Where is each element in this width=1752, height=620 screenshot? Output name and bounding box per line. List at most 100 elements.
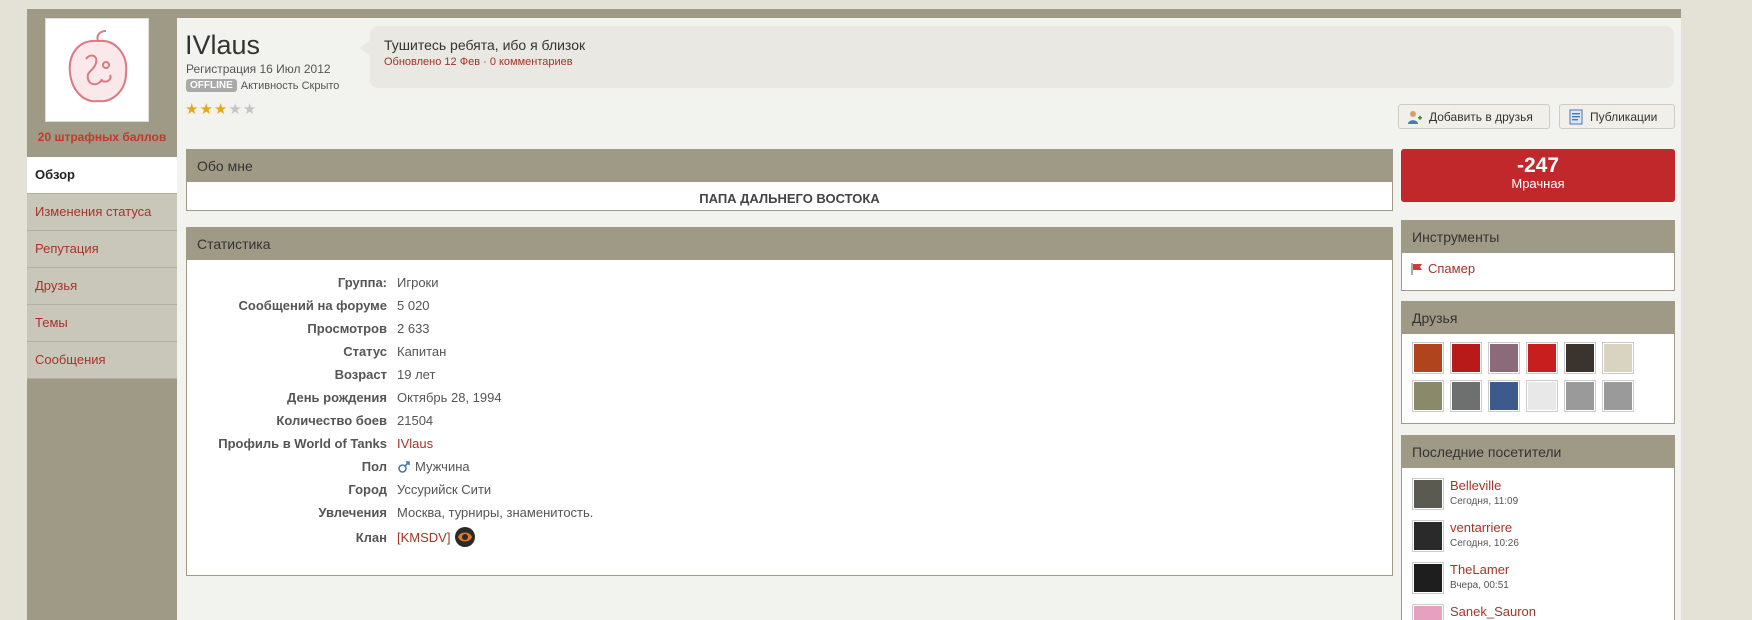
status-text: Тушитесь ребята, ибо я близок bbox=[384, 37, 586, 53]
visitor-item: Belleville Сегодня, 11:09 bbox=[1402, 474, 1674, 516]
star-icon: ★ bbox=[213, 101, 228, 118]
visitor-name[interactable]: ventarriere bbox=[1450, 520, 1519, 536]
status-bubble: Тушитесь ребята, ибо я близок Обновлено … bbox=[370, 26, 1674, 88]
tab-status-changes[interactable]: Изменения статуса bbox=[27, 194, 177, 231]
star-empty-icon: ★ bbox=[228, 101, 242, 118]
visitor-name[interactable]: Sanek_Sauron bbox=[1450, 604, 1536, 620]
friend-avatar[interactable] bbox=[1602, 342, 1634, 374]
friend-avatar[interactable] bbox=[1450, 342, 1482, 374]
stat-row-posts: Сообщений на форуме 5 020 bbox=[187, 294, 1392, 317]
online-status: OFFLINE Активность Скрыто bbox=[186, 79, 339, 92]
clan-link[interactable]: [KMSDV] bbox=[397, 530, 450, 545]
add-friend-label: Добавить в друзья bbox=[1429, 109, 1533, 124]
profile-tabs: Обзор Изменения статуса Репутация Друзья… bbox=[27, 157, 177, 379]
star-icon: ★ bbox=[199, 101, 213, 118]
publications-label: Публикации bbox=[1590, 109, 1658, 124]
stat-row-views: Просмотров 2 633 bbox=[187, 317, 1392, 340]
avatar-image bbox=[68, 30, 128, 103]
recent-visitors-panel: Последние посетители Belleville Сегодня,… bbox=[1401, 435, 1675, 620]
visitor-time: Сегодня, 11:09 bbox=[1450, 496, 1519, 507]
stat-value: 19 лет bbox=[397, 367, 436, 382]
avatar[interactable] bbox=[45, 18, 149, 122]
visitor-avatar[interactable] bbox=[1412, 478, 1444, 510]
stat-label: Пол bbox=[361, 459, 387, 474]
stats-panel: Статистика Группа: Игроки Сообщений на ф… bbox=[186, 227, 1393, 576]
stat-row-clan: Клан [KMSDV] bbox=[187, 524, 1392, 550]
stat-value: Капитан bbox=[397, 344, 447, 359]
tools-title: Инструменты bbox=[1402, 221, 1674, 253]
stat-value: 2 633 bbox=[397, 321, 430, 336]
friend-avatar[interactable] bbox=[1412, 342, 1444, 374]
friend-avatar[interactable] bbox=[1412, 380, 1444, 412]
rating-stars[interactable]: ★ ★ ★ ★ ★ bbox=[185, 102, 256, 118]
friend-avatar[interactable] bbox=[1564, 342, 1596, 374]
gender-text: Мужчина bbox=[415, 459, 470, 474]
friend-avatar[interactable] bbox=[1488, 380, 1520, 412]
publications-button[interactable]: Публикации bbox=[1559, 104, 1675, 129]
clan-emblem-icon[interactable] bbox=[454, 526, 476, 548]
stat-row-wot-profile: Профиль в World of Tanks IVlaus bbox=[187, 432, 1392, 455]
stat-row-age: Возраст 19 лет bbox=[187, 363, 1392, 386]
wot-profile-link[interactable]: IVlaus bbox=[397, 436, 433, 451]
tab-topics[interactable]: Темы bbox=[27, 305, 177, 342]
about-panel: Обо мне ПАПА ДАЛЬНЕГО ВОСТОКА bbox=[186, 149, 1393, 211]
stat-label: Увлечения bbox=[318, 505, 387, 520]
stat-row-city: Город Уссурийск Сити bbox=[187, 478, 1392, 501]
status-bubble-tail bbox=[360, 40, 370, 56]
stat-row-birthday: День рождения Октябрь 28, 1994 bbox=[187, 386, 1392, 409]
visitor-item: ventarriere Сегодня, 10:26 bbox=[1402, 516, 1674, 558]
tab-messages[interactable]: Сообщения bbox=[27, 342, 177, 379]
penalty-points[interactable]: 20 штрафных баллов bbox=[27, 130, 177, 144]
friends-title: Друзья bbox=[1402, 302, 1674, 334]
add-user-icon bbox=[1408, 110, 1422, 124]
status-meta-link[interactable]: Обновлено 12 Фев · 0 комментариев bbox=[384, 56, 573, 68]
friend-avatar[interactable] bbox=[1526, 380, 1558, 412]
reputation-label: Мрачная bbox=[1511, 176, 1565, 191]
flag-icon bbox=[1411, 262, 1422, 275]
stat-label: Сообщений на форуме bbox=[238, 298, 387, 313]
stat-row-gender: Пол Мужчина bbox=[187, 455, 1392, 478]
stat-value: 5 020 bbox=[397, 298, 430, 313]
stat-row-status: Статус Капитан bbox=[187, 340, 1392, 363]
spammer-link[interactable]: Спамер bbox=[1428, 261, 1475, 276]
tools-list: Спамер bbox=[1402, 253, 1674, 284]
stat-value: Октябрь 28, 1994 bbox=[397, 390, 502, 405]
offline-badge: OFFLINE bbox=[186, 79, 237, 92]
stat-label: Клан bbox=[355, 529, 387, 545]
visitor-time: Вчера, 00:51 bbox=[1450, 580, 1509, 591]
friend-avatar[interactable] bbox=[1602, 380, 1634, 412]
tab-overview[interactable]: Обзор bbox=[27, 157, 177, 194]
friend-avatar[interactable] bbox=[1450, 380, 1482, 412]
visitors-list: Belleville Сегодня, 11:09 ventarriere Се… bbox=[1402, 468, 1674, 620]
stat-label: Город bbox=[348, 482, 387, 497]
tools-panel: Инструменты Спамер bbox=[1401, 220, 1675, 291]
username: IVlaus bbox=[185, 30, 261, 60]
registration-date: Регистрация 16 Июл 2012 bbox=[186, 62, 331, 76]
visitor-item: TheLamer Вчера, 00:51 bbox=[1402, 558, 1674, 600]
tab-reputation[interactable]: Репутация bbox=[27, 231, 177, 268]
visitor-avatar[interactable] bbox=[1412, 604, 1444, 620]
male-icon bbox=[398, 460, 410, 473]
top-strip bbox=[27, 9, 1681, 18]
document-icon bbox=[1569, 109, 1583, 124]
activity-text: Активность Скрыто bbox=[240, 79, 340, 92]
about-title: Обо мне bbox=[187, 150, 1392, 182]
stats-title: Статистика bbox=[187, 228, 1392, 260]
visitor-name[interactable]: TheLamer bbox=[1450, 562, 1509, 578]
visitor-name[interactable]: Belleville bbox=[1450, 478, 1518, 494]
reputation-value: -247 bbox=[1516, 154, 1560, 177]
stat-row-interests: Увлечения Москва, турниры, знаменитость. bbox=[187, 501, 1392, 524]
about-text: ПАПА ДАЛЬНЕГО ВОСТОКА bbox=[699, 191, 880, 206]
visitor-avatar[interactable] bbox=[1412, 520, 1444, 552]
friend-avatar[interactable] bbox=[1526, 342, 1558, 374]
profile-page: 20 штрафных баллов Обзор Изменения стату… bbox=[27, 18, 1681, 620]
stat-label: Возраст bbox=[334, 367, 387, 382]
left-sidebar: 20 штрафных баллов Обзор Изменения стату… bbox=[27, 18, 177, 620]
friend-avatar[interactable] bbox=[1564, 380, 1596, 412]
tab-friends[interactable]: Друзья bbox=[27, 268, 177, 305]
stat-value-gender: Мужчина bbox=[397, 459, 470, 474]
add-friend-button[interactable]: Добавить в друзья bbox=[1398, 104, 1550, 129]
visitor-avatar[interactable] bbox=[1412, 562, 1444, 594]
stat-value: Уссурийск Сити bbox=[397, 482, 492, 497]
friend-avatar[interactable] bbox=[1488, 342, 1520, 374]
